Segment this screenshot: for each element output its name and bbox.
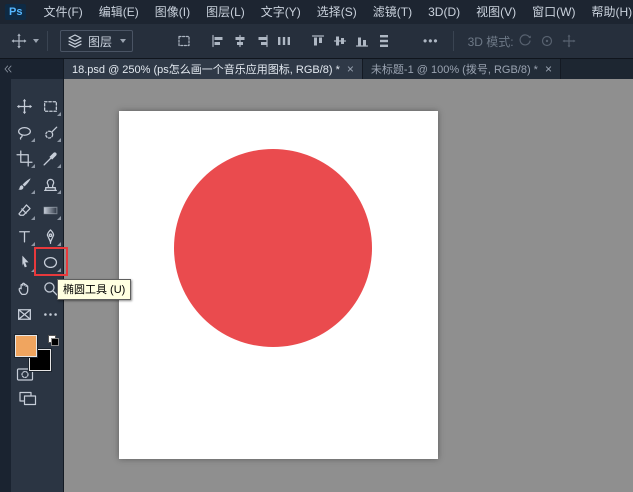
tool-ellipse[interactable] bbox=[34, 247, 68, 276]
distribute-horizontal-icon[interactable] bbox=[273, 30, 295, 52]
close-icon[interactable]: × bbox=[347, 63, 354, 75]
red-circle-shape bbox=[174, 149, 372, 347]
align-center-horizontal-icon[interactable] bbox=[229, 30, 251, 52]
auto-select-value: 图层 bbox=[88, 34, 113, 49]
menu-edit[interactable]: 编辑(E) bbox=[91, 0, 147, 24]
close-icon[interactable]: × bbox=[545, 63, 552, 75]
photoshop-window: Ps 文件(F) 编辑(E) 图像(I) 图层(L) 文字(Y) 选择(S) 滤… bbox=[0, 0, 633, 492]
menu-bar: Ps 文件(F) 编辑(E) 图像(I) 图层(L) 文字(Y) 选择(S) 滤… bbox=[0, 0, 633, 24]
tool-clone-stamp[interactable] bbox=[37, 171, 63, 197]
3d-roll-icon bbox=[536, 30, 558, 52]
tools-panel-header[interactable] bbox=[0, 59, 63, 79]
selected-tool-highlight bbox=[34, 247, 68, 276]
foreground-color-swatch[interactable] bbox=[14, 334, 38, 358]
tool-tooltip: 椭圆工具 (U) bbox=[57, 279, 132, 300]
3d-mode-label: 3D 模式: bbox=[467, 34, 514, 49]
auto-select-dropdown[interactable]: 图层 bbox=[60, 30, 134, 52]
tool-options-bar: 图层 ••• 3D 模式: bbox=[0, 24, 633, 59]
menu-3d[interactable]: 3D(D) bbox=[420, 0, 468, 24]
transform-controls-icon[interactable] bbox=[173, 30, 195, 52]
tools-panel bbox=[0, 59, 68, 492]
tool-gradient[interactable] bbox=[37, 197, 63, 223]
canvas-workspace[interactable] bbox=[64, 79, 633, 492]
chevron-down-icon bbox=[120, 39, 127, 43]
menu-window[interactable]: 窗口(W) bbox=[524, 0, 583, 24]
menu-layer[interactable]: 图层(L) bbox=[198, 0, 253, 24]
tool-grid bbox=[11, 79, 68, 492]
collapse-double-chevron-icon bbox=[4, 65, 12, 73]
tool-quick-selection[interactable] bbox=[37, 119, 63, 145]
tool-crop[interactable] bbox=[11, 145, 37, 171]
menu-view[interactable]: 视图(V) bbox=[468, 0, 524, 24]
tab-document-2[interactable]: 未标题-1 @ 100% (拨号, RGB/8) * × bbox=[362, 59, 561, 79]
tool-hand[interactable] bbox=[11, 275, 37, 301]
tool-rectangular-marquee[interactable] bbox=[37, 93, 63, 119]
tool-eyedropper[interactable] bbox=[37, 145, 63, 171]
tool-brush[interactable] bbox=[11, 171, 37, 197]
layers-stack-icon bbox=[67, 33, 83, 49]
tool-move[interactable] bbox=[11, 93, 37, 119]
3d-orbit-icon bbox=[514, 30, 536, 52]
move-tool-preset-icon bbox=[8, 30, 30, 52]
menu-filter[interactable]: 滤镜(T) bbox=[365, 0, 420, 24]
align-top-icon[interactable] bbox=[307, 30, 329, 52]
tool-preset-picker[interactable] bbox=[8, 30, 39, 52]
default-background-mini bbox=[51, 338, 59, 346]
tool-type[interactable] bbox=[11, 223, 37, 249]
separator bbox=[47, 31, 48, 51]
menu-help[interactable]: 帮助(H) bbox=[583, 0, 633, 24]
color-swatches bbox=[11, 333, 63, 381]
tool-lasso[interactable] bbox=[11, 119, 37, 145]
tool-slice[interactable] bbox=[11, 301, 37, 327]
menu-image[interactable]: 图像(I) bbox=[147, 0, 198, 24]
tab-label: 未标题-1 @ 100% (拨号, RGB/8) * bbox=[370, 64, 538, 76]
menu-select[interactable]: 选择(S) bbox=[309, 0, 365, 24]
align-right-icon[interactable] bbox=[251, 30, 273, 52]
tab-document-1[interactable]: 18.psd @ 250% (ps怎么画一个音乐应用图标, RGB/8) * × bbox=[64, 59, 363, 79]
menu-type[interactable]: 文字(Y) bbox=[253, 0, 309, 24]
tool-eraser[interactable] bbox=[11, 197, 37, 223]
3d-pan-icon bbox=[558, 30, 580, 52]
menu-file[interactable]: 文件(F) bbox=[35, 0, 90, 24]
screen-mode-button[interactable] bbox=[11, 385, 63, 411]
chevron-down-icon bbox=[33, 39, 39, 43]
document-canvas[interactable] bbox=[119, 111, 438, 459]
more-options-button[interactable]: ••• bbox=[417, 32, 445, 50]
separator bbox=[452, 31, 454, 51]
document-tab-bar: 18.psd @ 250% (ps怎么画一个音乐应用图标, RGB/8) * ×… bbox=[64, 59, 633, 79]
align-left-icon[interactable] bbox=[207, 30, 229, 52]
dock-edge bbox=[0, 79, 11, 492]
align-middle-vertical-icon[interactable] bbox=[329, 30, 351, 52]
align-bottom-icon[interactable] bbox=[351, 30, 373, 52]
photoshop-logo: Ps bbox=[5, 4, 27, 20]
tab-label: 18.psd @ 250% (ps怎么画一个音乐应用图标, RGB/8) * bbox=[72, 64, 340, 76]
edit-toolbar-more-icon[interactable] bbox=[37, 301, 63, 327]
default-colors-icon[interactable] bbox=[48, 335, 59, 346]
distribute-vertical-icon[interactable] bbox=[373, 30, 395, 52]
tool-pen[interactable] bbox=[37, 223, 63, 249]
